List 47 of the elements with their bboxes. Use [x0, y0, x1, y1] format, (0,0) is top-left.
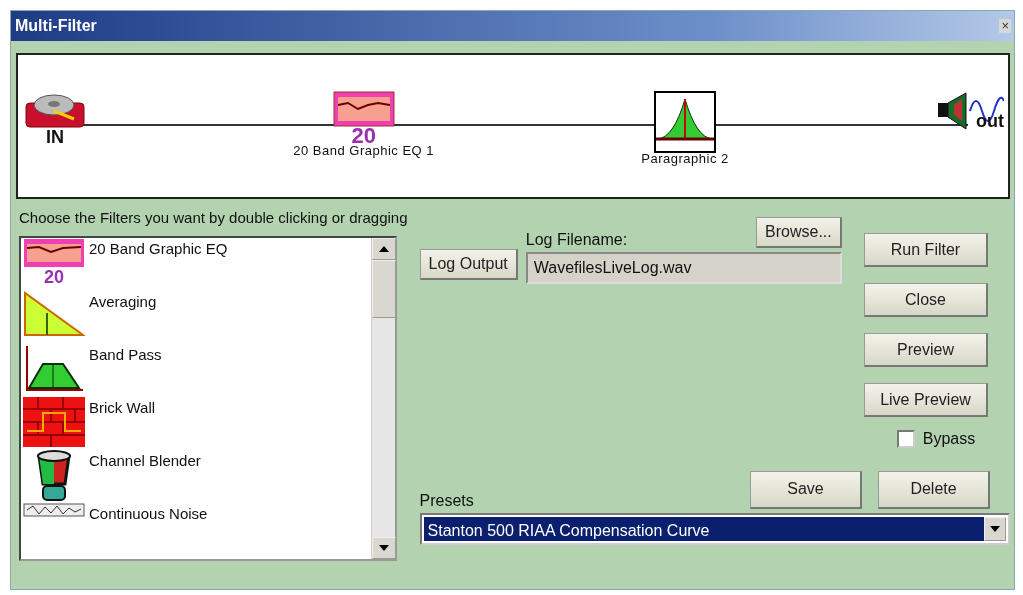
scrollbar[interactable] [371, 237, 395, 559]
band-pass-icon [23, 343, 85, 394]
up-arrow-icon [379, 245, 389, 252]
log-output-button[interactable]: Log Output [419, 249, 518, 280]
selected-preset: Stanton 500 RIAA Compensation Curve [423, 516, 984, 541]
bypass-checkbox[interactable] [896, 430, 915, 448]
log-filename-field[interactable]: WavefilesLiveLog.wav [525, 252, 842, 284]
speaker-icon [935, 91, 1004, 131]
browse-button[interactable]: Browse... [756, 217, 842, 248]
filter-list[interactable]: 20 20 Band Graphic EQ Averaging Band Pass Brick Wall Channel Blender Continuous Noise [19, 235, 397, 561]
equalizer-icon [23, 237, 85, 268]
filter-list-item[interactable]: Band Pass [21, 343, 371, 397]
action-button[interactable]: Preview [864, 333, 988, 367]
bell-curve-icon [654, 91, 716, 153]
filter-list-item[interactable]: 20 20 Band Graphic EQ [21, 237, 371, 291]
filter-number-text: 20 [44, 267, 64, 286]
bypass-label: Bypass [922, 429, 976, 449]
instruction-text: Choose the Filters you want by double clicking or dragging [19, 208, 408, 228]
equalizer-icon [332, 91, 395, 127]
action-button[interactable]: Live Preview [864, 383, 988, 417]
filter-list-item[interactable]: Continuous Noise [21, 502, 371, 531]
filter-node-label: 20 Band Graphic EQ 1 [293, 143, 435, 160]
presets-dropdown[interactable]: Stanton 500 RIAA Compensation Curve [419, 512, 1010, 545]
log-filename-label: Log Filename: [525, 230, 628, 250]
filter-list-item[interactable]: Channel Blender [21, 449, 371, 503]
node-caption-text: 20 [351, 127, 376, 145]
action-button[interactable]: Close [864, 283, 988, 317]
presets-label: Presets [419, 490, 474, 511]
delete-button[interactable]: Delete [878, 470, 990, 509]
noise-icon [23, 502, 85, 517]
action-button[interactable]: Run Filter [864, 233, 988, 267]
node-caption-text: IN [46, 129, 64, 145]
window-title: Multi-Filter [15, 16, 97, 36]
down-arrow-icon [379, 544, 389, 551]
filter-list-item[interactable]: Brick Wall [21, 396, 371, 450]
node-caption-text: out [976, 113, 1004, 129]
filter-list-item[interactable]: Averaging [21, 290, 371, 344]
tape-drive-icon [24, 91, 86, 129]
scroll-up-button[interactable] [372, 237, 396, 260]
scroll-down-button[interactable] [372, 536, 396, 559]
close-button[interactable]: × [999, 19, 1011, 33]
triangle-icon [23, 290, 85, 337]
dropdown-caret-icon [989, 525, 1000, 532]
scroll-thumb[interactable] [372, 259, 396, 318]
brick-wall-icon [23, 396, 85, 447]
save-button[interactable]: Save [750, 470, 862, 509]
filter-node-label: Paragraphic 2 [641, 150, 729, 168]
